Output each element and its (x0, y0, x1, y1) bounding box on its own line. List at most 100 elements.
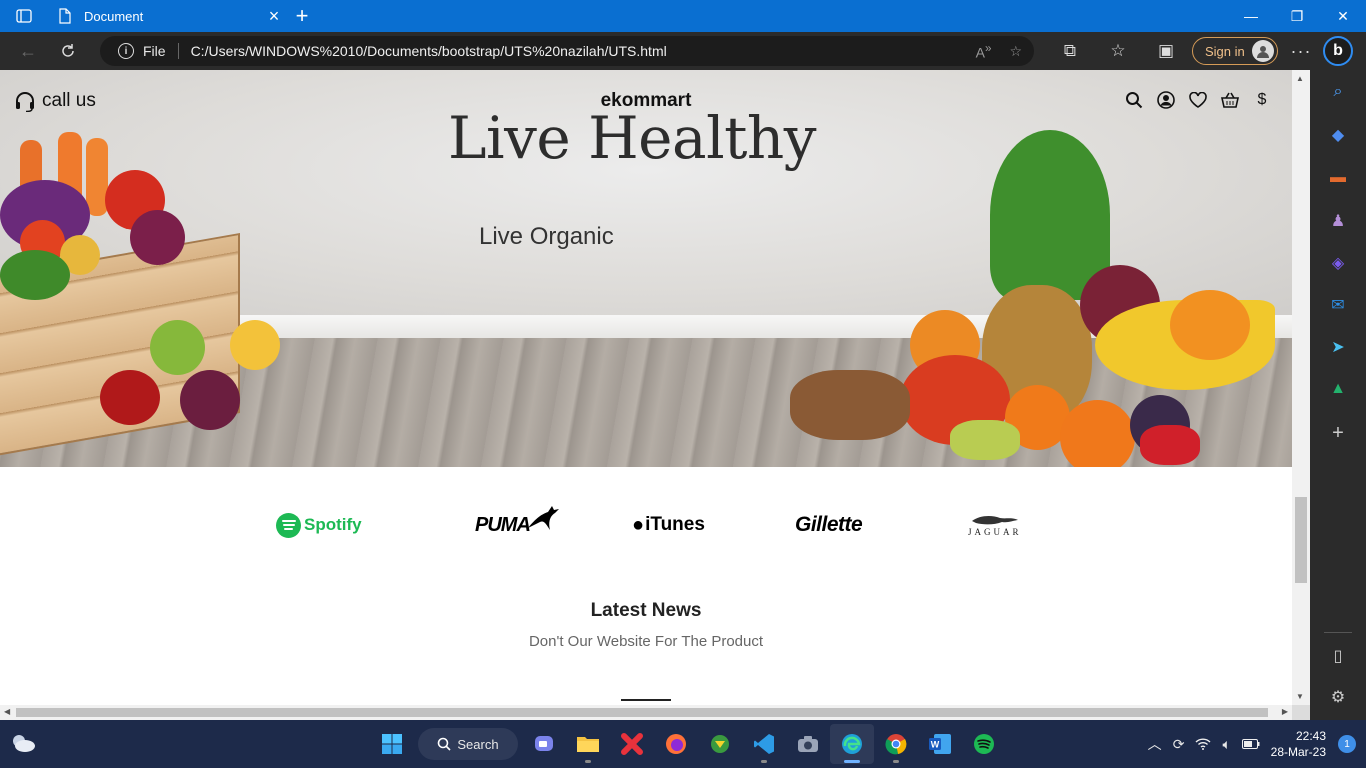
tools-icon[interactable]: ▬ (1326, 166, 1350, 190)
gillette-label: Gillette (795, 513, 863, 536)
itunes-label: iTunes (645, 514, 705, 535)
svg-text:W: W (931, 740, 940, 750)
outlook-icon[interactable]: ✉ (1326, 293, 1350, 317)
word-app[interactable]: W (918, 724, 962, 764)
extensions-icon[interactable]: ⧉ (1046, 41, 1094, 61)
browser-toolbar: ← i File C:/Users/WINDOWS%2010/Documents… (0, 32, 1310, 70)
collections-icon[interactable]: ▣ (1142, 41, 1190, 61)
itunes-logo[interactable]: ● iTunes (632, 500, 705, 550)
favorites-icon[interactable]: ☆ (1094, 41, 1142, 61)
address-bar[interactable]: i File C:/Users/WINDOWS%2010/Documents/b… (100, 36, 1034, 66)
address-scheme: File (143, 43, 166, 59)
xmind-app[interactable] (610, 724, 654, 764)
basket-icon[interactable] (1220, 90, 1240, 110)
puma-logo[interactable]: PUMA (475, 500, 560, 550)
vscode-app[interactable] (742, 724, 786, 764)
camera-icon (798, 736, 818, 752)
refresh-button[interactable] (48, 32, 88, 70)
horizontal-scrollbar[interactable]: ◀ ▶ (0, 705, 1292, 720)
jaguar-leaper-icon (971, 516, 1018, 525)
wishlist-heart-icon[interactable] (1188, 90, 1208, 110)
hero-banner: call us ekommart Live Healthy Live Organ… (0, 70, 1292, 467)
section-divider (621, 699, 671, 701)
volume-icon[interactable]: 🔈︎ (1215, 732, 1239, 756)
edge-sidebar: b ⌕ ◆ ▬ ♟ ◈ ✉ ➤ ▲ + ▯ ⚙ (1310, 32, 1366, 720)
edge-app[interactable] (830, 724, 874, 764)
camera-app[interactable] (786, 724, 830, 764)
header-actions: $ (1124, 90, 1272, 110)
internet-download-manager-app[interactable] (698, 724, 742, 764)
word-icon: W (929, 734, 951, 754)
drop-icon[interactable]: ➤ (1326, 335, 1350, 359)
spotify-label: Spotify (304, 515, 362, 534)
latest-news-title: Latest News (590, 600, 702, 621)
search-icon (438, 737, 451, 751)
file-explorer-app[interactable] (566, 724, 610, 764)
microsoft365-icon[interactable]: ◈ (1326, 251, 1350, 275)
hide-sidebar-icon[interactable]: ▯ (1326, 644, 1350, 668)
wifi-icon[interactable] (1191, 732, 1215, 756)
add-favorite-icon[interactable]: ☆ (1009, 43, 1022, 60)
scroll-down-arrow[interactable]: ▼ (1296, 692, 1304, 701)
jaguar-label: JAGUAR (968, 527, 1022, 537)
add-sidebar-app-icon[interactable]: + (1326, 421, 1350, 445)
firefox-app[interactable] (654, 724, 698, 764)
vscode-icon (754, 734, 774, 754)
scrollbar-corner (1292, 705, 1310, 720)
account-icon[interactable] (1156, 90, 1176, 110)
tab-actions-button[interactable] (0, 0, 48, 32)
new-tab-button[interactable]: + (286, 0, 318, 32)
restore-button[interactable]: ❐ (1274, 0, 1320, 32)
teams-chat-app[interactable] (522, 724, 566, 764)
taskbar-search[interactable]: Search (418, 728, 518, 760)
back-button[interactable]: ← (8, 32, 48, 70)
currency-dollar-icon[interactable]: $ (1252, 90, 1272, 110)
weather-icon[interactable] (10, 732, 36, 754)
tab-document[interactable]: Document × (48, 0, 286, 32)
scroll-right-arrow[interactable]: ▶ (1282, 707, 1288, 716)
title-bar: Document × + — ❐ ✕ (0, 0, 1366, 32)
scroll-up-arrow[interactable]: ▲ (1296, 74, 1304, 83)
start-button[interactable] (370, 724, 414, 764)
sidebar-divider (1324, 632, 1352, 633)
vertical-scrollbar[interactable]: ▲ ▼ (1292, 70, 1310, 705)
read-aloud-icon[interactable]: A» (976, 42, 992, 61)
sign-in-label: Sign in (1205, 43, 1245, 59)
notification-badge[interactable]: 1 (1338, 735, 1356, 753)
vertical-scroll-thumb[interactable] (1295, 497, 1307, 583)
jaguar-logo[interactable]: JAGUAR (968, 500, 1022, 550)
shopping-tag-icon[interactable]: ◆ (1326, 123, 1350, 147)
windows-icon (382, 734, 402, 754)
sign-in-button[interactable]: Sign in (1192, 37, 1278, 65)
tree-icon[interactable]: ▲ (1326, 377, 1350, 401)
chrome-app[interactable] (874, 724, 918, 764)
battery-icon[interactable] (1239, 732, 1263, 756)
spotify-logo[interactable]: Spotify (276, 500, 362, 550)
sync-icon[interactable]: ⟳ (1167, 732, 1191, 756)
games-icon[interactable]: ♟ (1326, 209, 1350, 233)
close-window-button[interactable]: ✕ (1320, 0, 1366, 32)
document-icon (59, 8, 71, 24)
bing-chat-icon[interactable]: b (1323, 36, 1353, 66)
spotify-icon (974, 734, 994, 754)
tab-title: Document (84, 8, 144, 24)
search-icon[interactable]: ⌕ (1326, 80, 1350, 104)
spotify-app[interactable] (962, 724, 1006, 764)
info-icon[interactable]: i (118, 43, 134, 59)
web-page: call us ekommart Live Healthy Live Organ… (0, 70, 1292, 705)
clock[interactable]: 22:43 28-Mar-23 (1271, 728, 1326, 760)
scroll-left-arrow[interactable]: ◀ (4, 707, 10, 716)
apple-icon: ● (632, 513, 645, 536)
close-tab-button[interactable]: × (262, 4, 286, 28)
minimize-button[interactable]: — (1228, 0, 1274, 32)
puma-label: PUMA (475, 513, 531, 536)
show-hidden-icons-chevron-icon[interactable]: ︿ (1143, 732, 1167, 756)
sidebar-settings-icon[interactable]: ⚙ (1326, 685, 1350, 709)
hero-headline: Live Healthy (448, 104, 817, 172)
horizontal-scroll-thumb[interactable] (16, 708, 1268, 717)
gillette-logo[interactable]: Gillette (795, 500, 863, 550)
search-icon[interactable] (1124, 90, 1144, 110)
edge-icon (842, 734, 862, 754)
clock-date: 28-Mar-23 (1270, 745, 1326, 759)
address-bar-actions: A» ☆ (976, 36, 1022, 66)
